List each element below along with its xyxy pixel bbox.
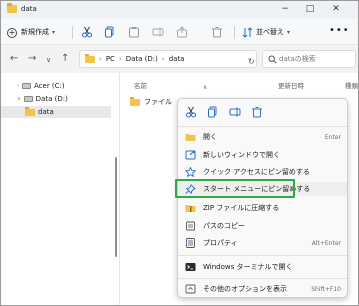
breadcrumb-pc[interactable]: PC xyxy=(106,54,115,65)
forward-arrow-icon[interactable]: → xyxy=(28,54,36,64)
back-arrow-icon[interactable]: ← xyxy=(10,54,18,64)
chevron-down-icon[interactable]: ∨ xyxy=(46,55,51,65)
up-arrow-icon[interactable]: ↑ xyxy=(61,54,69,64)
context-menu-quick-actions xyxy=(178,99,347,123)
navigation-bar: ← → ∨ ↑ › PC › Data (D:) › data ↻ dataの検… xyxy=(1,45,358,73)
folder-icon xyxy=(130,96,140,106)
star-icon xyxy=(185,167,196,177)
folder-icon xyxy=(7,3,17,13)
maximize-button[interactable]: □ xyxy=(302,3,318,16)
chevron-right-icon: › xyxy=(118,54,122,63)
search-placeholder: dataの検索 xyxy=(279,55,316,63)
menu-item-label: プロパティ xyxy=(203,239,238,247)
menu-item-label: ZIP ファイルに圧縮する xyxy=(203,204,280,212)
command-bar: + 新規作成 ▾ 並べ替え ▾ ••• xyxy=(1,19,358,45)
chevron-up-icon: ∧ xyxy=(203,84,208,91)
rename-icon[interactable] xyxy=(152,26,164,38)
paste-icon[interactable] xyxy=(128,26,140,38)
more-options-button[interactable]: ••• xyxy=(329,25,350,36)
drive-icon xyxy=(23,96,33,102)
divider xyxy=(234,26,235,39)
cut-icon[interactable] xyxy=(185,106,197,118)
chevron-down-icon: ▾ xyxy=(287,29,291,36)
breadcrumb-drive[interactable]: Data (D:) xyxy=(126,54,158,65)
address-bar[interactable]: › PC › Data (D:) › data xyxy=(79,50,257,68)
title-bar: data − □ ✕ xyxy=(1,1,358,19)
chevron-right-icon: › xyxy=(161,54,165,63)
menu-item-open-new-window[interactable]: 新しいウィンドウで開く xyxy=(178,148,347,162)
menu-item-shortcut: Shift+F10 xyxy=(311,286,341,293)
sidebar-item-acer-c[interactable]: › Acer (C:) xyxy=(1,80,111,92)
share-icon[interactable] xyxy=(176,26,188,38)
menu-item-label: パスのコピー xyxy=(203,222,245,230)
menu-item-shortcut: Enter xyxy=(324,134,341,141)
minimize-button[interactable]: − xyxy=(277,3,293,16)
sort-button-label: 並べ替え xyxy=(256,28,284,36)
sidebar-item-label: Acer (C:) xyxy=(34,81,65,90)
file-explorer-window: data − □ ✕ + 新規作成 ▾ 並べ替え ▾ ••• ← → ∨ ↑ ›… xyxy=(0,0,359,306)
menu-item-properties[interactable]: プロパティ Alt+Enter xyxy=(178,236,347,250)
menu-item-open-terminal[interactable]: Windows ターミナルで開く xyxy=(178,260,347,274)
delete-icon[interactable] xyxy=(251,106,263,118)
navigation-pane: › Acer (C:) ∨ Data (D:) data xyxy=(1,73,119,305)
sidebar-item-label: Data (D:) xyxy=(35,94,68,103)
zip-icon xyxy=(185,205,196,212)
drive-icon xyxy=(22,83,31,89)
chevron-right-icon: › xyxy=(99,54,102,63)
chevron-down-icon: ▾ xyxy=(52,29,56,36)
divider xyxy=(72,26,73,39)
search-icon xyxy=(268,55,277,64)
menu-item-more-options[interactable]: その他のオプションを表示 Shift+F10 xyxy=(178,282,347,296)
sidebar-item-data[interactable]: data xyxy=(1,106,111,118)
column-header-type[interactable]: 種類 xyxy=(345,81,358,91)
close-button[interactable]: ✕ xyxy=(328,3,344,16)
menu-item-label: 新しいウィンドウで開く xyxy=(203,151,280,159)
window-title: data xyxy=(21,5,37,13)
highlight-box xyxy=(175,179,295,198)
sort-button[interactable]: 並べ替え ▾ xyxy=(242,26,290,39)
cut-icon[interactable] xyxy=(81,26,93,38)
folder-icon xyxy=(85,53,95,63)
list-item[interactable]: ファイル xyxy=(130,96,172,108)
menu-item-compress-zip[interactable]: ZIP ファイルに圧縮する xyxy=(178,201,347,215)
properties-icon xyxy=(186,238,195,248)
divider xyxy=(178,255,347,256)
divider xyxy=(178,126,347,127)
terminal-icon xyxy=(185,263,196,271)
new-button[interactable]: + 新規作成 ▾ xyxy=(7,26,55,39)
copy-icon[interactable] xyxy=(104,26,116,38)
menu-item-label: 開く xyxy=(203,133,217,141)
copy-path-icon xyxy=(186,221,195,231)
menu-item-shortcut: Alt+Enter xyxy=(311,240,341,247)
plus-icon: + xyxy=(7,27,17,38)
column-header-modified[interactable]: 更新日時 xyxy=(278,81,304,91)
menu-item-copy-path[interactable]: パスのコピー xyxy=(178,219,347,233)
new-window-icon xyxy=(185,150,196,160)
search-input[interactable]: dataの検索 xyxy=(262,50,356,68)
delete-icon[interactable] xyxy=(211,26,223,38)
open-folder-icon xyxy=(185,134,196,141)
column-header-name[interactable]: 名前 xyxy=(134,81,147,91)
rename-icon[interactable] xyxy=(229,106,241,118)
sort-icon xyxy=(242,27,253,38)
menu-item-label: クイック アクセスにピン留めする xyxy=(203,168,310,176)
new-button-label: 新規作成 xyxy=(21,28,49,36)
more-options-icon xyxy=(185,284,196,294)
chevron-right-icon: › xyxy=(17,83,19,89)
breadcrumb-folder[interactable]: data xyxy=(169,54,185,65)
menu-item-label: その他のオプションを表示 xyxy=(203,285,287,293)
copy-icon[interactable] xyxy=(207,106,219,118)
refresh-icon[interactable]: ↻ xyxy=(248,57,255,66)
scrollbar[interactable] xyxy=(115,157,117,257)
file-name: ファイル xyxy=(144,97,172,106)
sidebar-item-data-d[interactable]: ∨ Data (D:) xyxy=(1,93,111,105)
menu-item-pin-quick-access[interactable]: クイック アクセスにピン留めする xyxy=(178,165,347,179)
menu-item-label: Windows ターミナルで開く xyxy=(203,263,293,271)
folder-icon xyxy=(25,106,35,116)
context-menu: 開く Enter 新しいウィンドウで開く クイック アクセスにピン留めする スタ… xyxy=(177,98,348,298)
sidebar-item-label: data xyxy=(38,107,54,116)
divider xyxy=(178,278,347,279)
chevron-down-icon: ∨ xyxy=(17,96,21,102)
menu-item-open[interactable]: 開く Enter xyxy=(178,130,347,144)
